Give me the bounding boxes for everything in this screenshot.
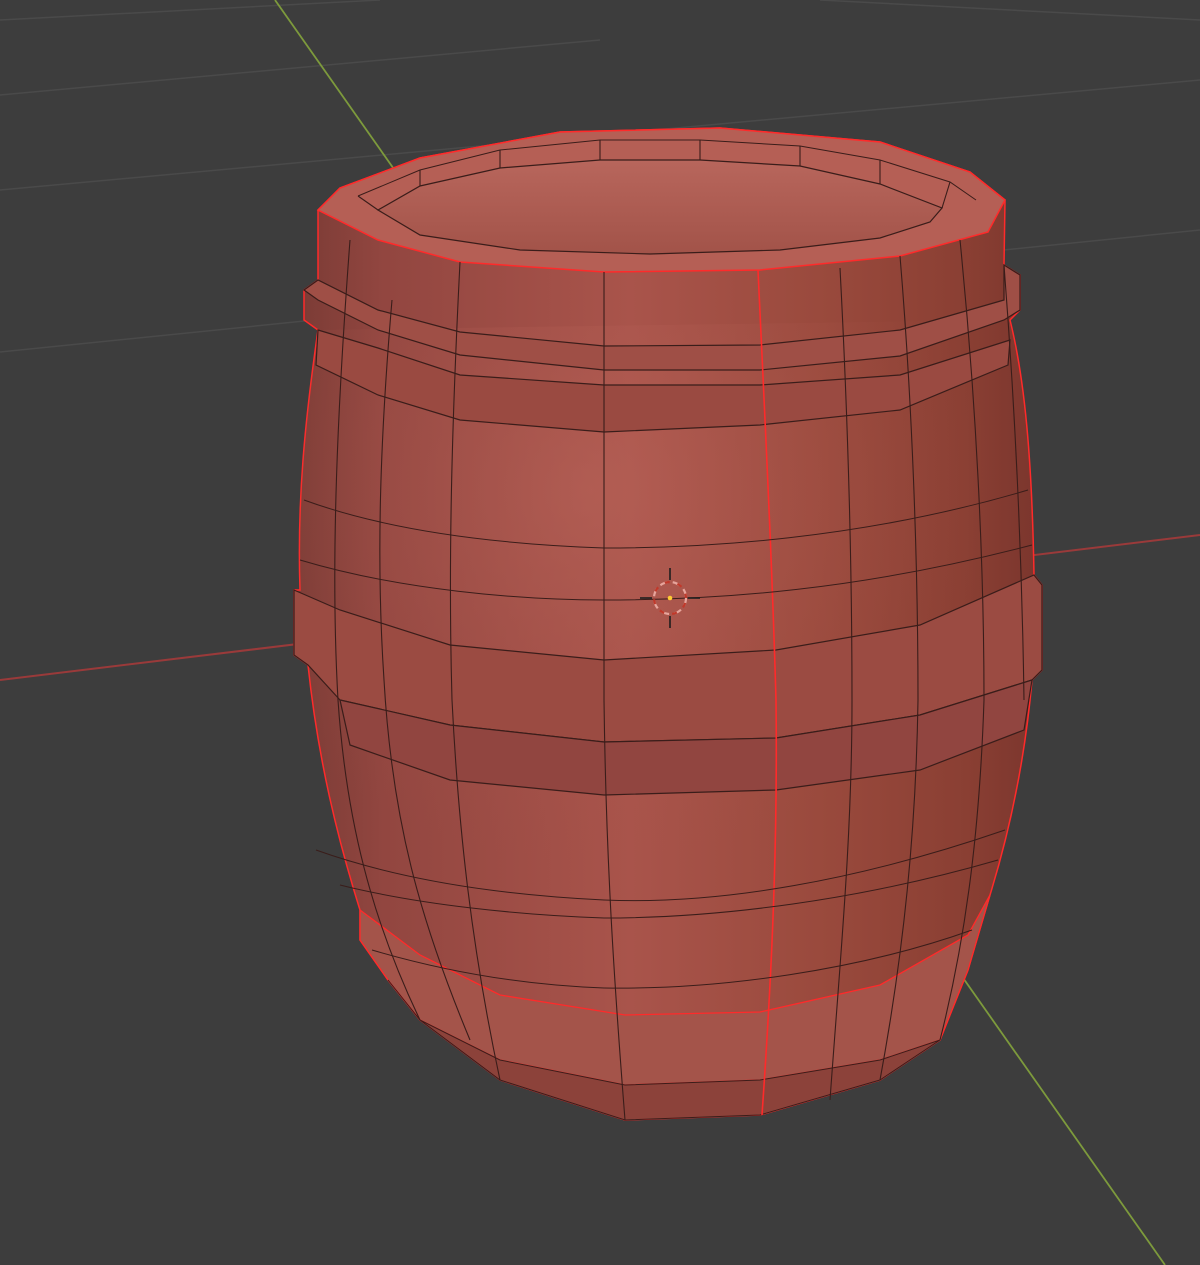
barrel-mesh[interactable] xyxy=(293,127,1043,1121)
3d-viewport[interactable] xyxy=(0,0,1200,1265)
viewport-canvas[interactable] xyxy=(0,0,1200,1265)
